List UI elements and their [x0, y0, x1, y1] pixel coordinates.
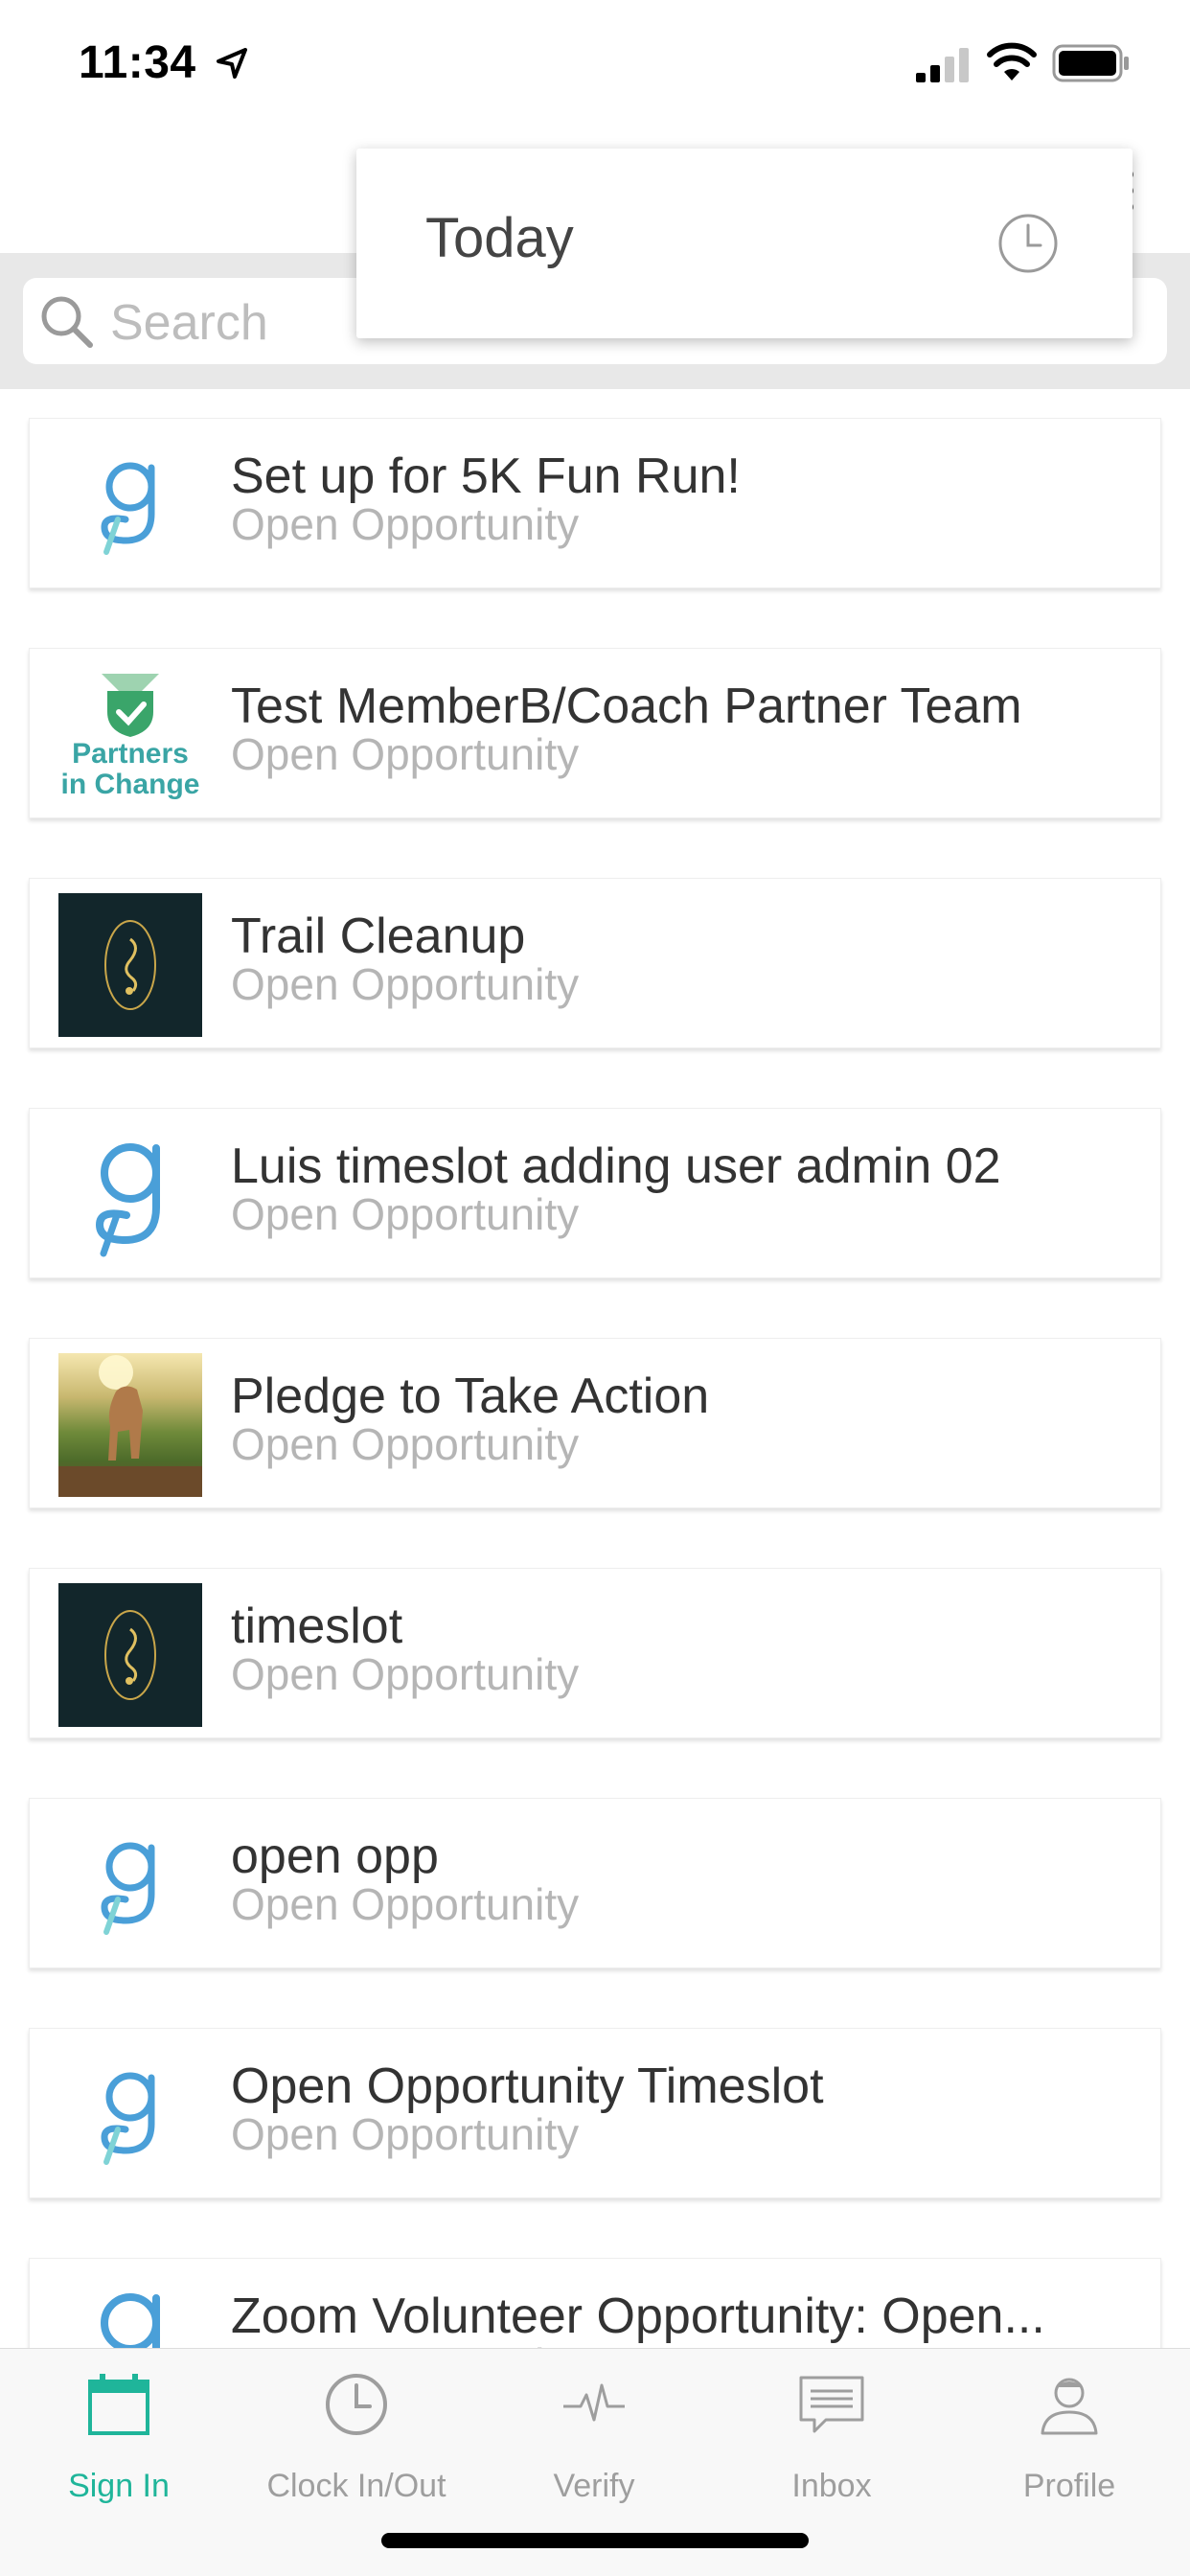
- battery-icon: [1052, 44, 1129, 82]
- partners-in-change-logo: Partners in Change: [58, 663, 202, 807]
- opportunity-card[interactable]: Pledge to Take Action Open Opportunity: [29, 1338, 1161, 1508]
- g-logo-icon: [58, 2273, 202, 2348]
- opportunity-card[interactable]: Set up for 5K Fun Run! Open Opportunity: [29, 418, 1161, 588]
- opportunity-title: Open Opportunity Timeslot: [231, 2058, 824, 2114]
- message-icon: [799, 2376, 864, 2433]
- person-icon: [1041, 2378, 1098, 2435]
- tab-sign-in[interactable]: Sign In: [0, 2349, 238, 2512]
- opportunity-subtitle: Open Opportunity: [231, 1419, 580, 1469]
- cellular-signal-icon: [916, 48, 969, 82]
- opportunity-title: timeslot: [231, 1598, 403, 1654]
- opportunity-card[interactable]: Zoom Volunteer Opportunity: Open... Open…: [29, 2258, 1161, 2348]
- status-time: 11:34: [79, 37, 196, 88]
- opportunity-card[interactable]: Partners in Change Test MemberB/Coach Pa…: [29, 648, 1161, 818]
- opportunity-subtitle: Open Opportunity: [231, 959, 580, 1009]
- search-icon: [41, 296, 93, 348]
- stay-gold-logo: [58, 1583, 202, 1727]
- home-indicator[interactable]: [381, 2533, 809, 2548]
- tab-clock-in-out[interactable]: Clock In/Out: [238, 2349, 475, 2512]
- stay-gold-logo: [58, 893, 202, 1037]
- opportunity-list[interactable]: Set up for 5K Fun Run! Open Opportunity …: [0, 389, 1190, 2348]
- opportunity-card[interactable]: Luis timeslot adding user admin 02 Open …: [29, 1108, 1161, 1278]
- g-logo-icon: [58, 1813, 202, 1957]
- g-logo-icon: [58, 433, 202, 577]
- opportunity-card[interactable]: timeslot Open Opportunity: [29, 1568, 1161, 1738]
- tab-label: Inbox: [791, 2468, 872, 2504]
- opportunity-title: Set up for 5K Fun Run!: [231, 448, 741, 504]
- tab-profile[interactable]: Profile: [950, 2349, 1188, 2512]
- opportunity-subtitle: Open Opportunity: [231, 729, 580, 779]
- opportunity-title: Zoom Volunteer Opportunity: Open...: [231, 2288, 1045, 2344]
- date-filter-dropdown[interactable]: Today: [356, 149, 1133, 338]
- clock-icon: [326, 2374, 387, 2435]
- tab-verify[interactable]: Verify: [475, 2349, 713, 2512]
- opportunity-title: Luis timeslot adding user admin 02: [231, 1138, 1001, 1194]
- opportunity-card[interactable]: open opp Open Opportunity: [29, 1798, 1161, 1968]
- opportunity-subtitle: Open Opportunity: [231, 1649, 580, 1699]
- opportunity-title: open opp: [231, 1828, 439, 1884]
- wifi-icon: [987, 42, 1037, 80]
- status-bar: 11:34: [0, 0, 1190, 134]
- dropdown-option-today[interactable]: Today: [425, 206, 574, 270]
- tab-label: Sign In: [68, 2468, 170, 2504]
- logo-text: in Change: [60, 769, 200, 800]
- g-logo-icon: [58, 2043, 202, 2187]
- opportunity-title: Pledge to Take Action: [231, 1368, 710, 1424]
- g-logo-icon: [58, 1123, 202, 1267]
- opportunity-title: Trail Cleanup: [231, 908, 526, 964]
- clock-icon: [998, 214, 1058, 273]
- dog-photo: [58, 1353, 202, 1497]
- tab-label: Profile: [1022, 2468, 1116, 2504]
- calendar-icon: [88, 2374, 149, 2435]
- opportunity-title: Test MemberB/Coach Partner Team: [231, 678, 1022, 734]
- logo-text: Partners: [72, 738, 189, 770]
- tab-inbox[interactable]: Inbox: [713, 2349, 950, 2512]
- pulse-icon: [563, 2383, 625, 2422]
- search-placeholder: Search: [110, 295, 268, 351]
- tab-label: Clock In/Out: [266, 2468, 446, 2504]
- opportunity-subtitle: Open Opportunity: [231, 499, 580, 549]
- tab-label: Verify: [553, 2468, 635, 2504]
- opportunity-card[interactable]: Trail Cleanup Open Opportunity: [29, 878, 1161, 1048]
- opportunity-subtitle: Open Opportunity: [231, 1189, 580, 1239]
- opportunity-card[interactable]: Open Opportunity Timeslot Open Opportuni…: [29, 2028, 1161, 2198]
- location-arrow-icon: [217, 48, 247, 79]
- opportunity-subtitle: Open Opportunity: [231, 2109, 580, 2159]
- opportunity-subtitle: Open Opportunity: [231, 1879, 580, 1929]
- opportunity-subtitle: Open Opportunity: [231, 2338, 579, 2348]
